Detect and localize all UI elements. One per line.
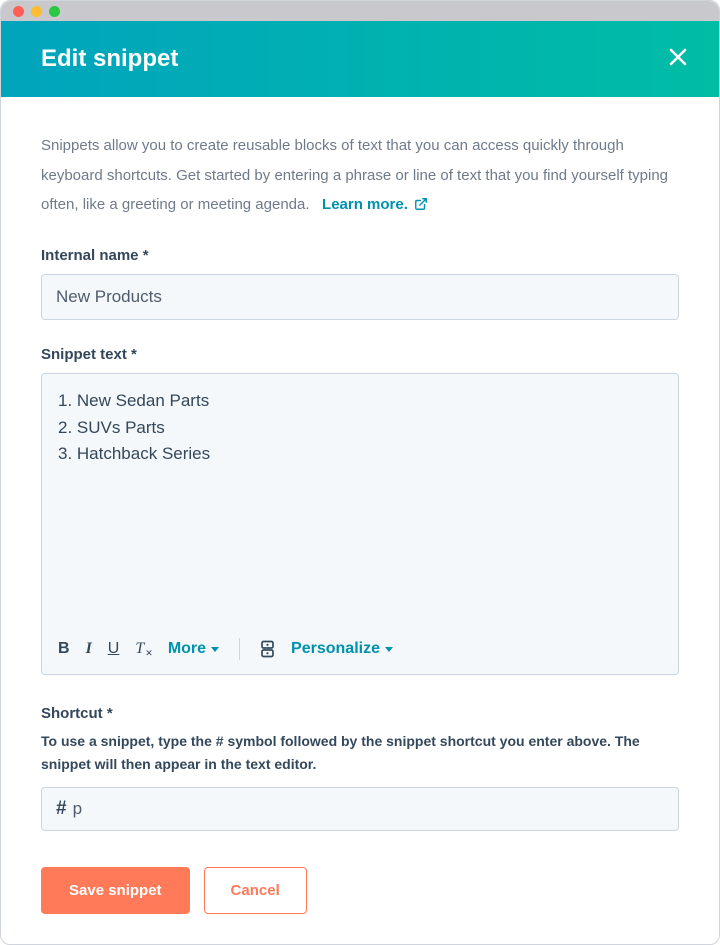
editor-toolbar: B I U T✕ More bbox=[42, 624, 678, 674]
window-minimize-dot[interactable] bbox=[31, 6, 42, 17]
token-icon[interactable] bbox=[260, 640, 275, 658]
close-icon[interactable] bbox=[667, 46, 689, 73]
toolbar-divider bbox=[239, 638, 240, 660]
learn-more-label: Learn more. bbox=[322, 196, 408, 213]
modal-title: Edit snippet bbox=[41, 45, 178, 73]
shortcut-label: Shortcut * bbox=[41, 705, 679, 722]
more-label: More bbox=[168, 640, 206, 658]
editor-line: 3. Hatchback Series bbox=[58, 441, 662, 467]
clear-format-button[interactable]: T✕ bbox=[135, 640, 151, 658]
italic-button[interactable]: I bbox=[86, 640, 92, 658]
modal-header: Edit snippet bbox=[1, 21, 719, 97]
cancel-button[interactable]: Cancel bbox=[204, 867, 307, 914]
shortcut-field[interactable]: # bbox=[41, 787, 679, 831]
underline-button[interactable]: U bbox=[108, 640, 120, 658]
shortcut-input[interactable] bbox=[73, 799, 664, 819]
personalize-label: Personalize bbox=[291, 640, 380, 658]
internal-name-label: Internal name * bbox=[41, 247, 679, 264]
shortcut-prefix: # bbox=[56, 798, 67, 820]
modal-footer: Save snippet Cancel bbox=[41, 867, 679, 914]
window-titlebar bbox=[1, 1, 719, 21]
editor-line: 1. New Sedan Parts bbox=[58, 388, 662, 414]
snippet-text-area[interactable]: 1. New Sedan Parts 2. SUVs Parts 3. Hatc… bbox=[42, 374, 678, 624]
intro-text: Snippets allow you to create reusable bl… bbox=[41, 131, 679, 219]
bold-button[interactable]: B bbox=[58, 640, 70, 658]
chevron-down-icon bbox=[211, 647, 219, 652]
save-button[interactable]: Save snippet bbox=[41, 867, 190, 914]
snippet-text-editor: 1. New Sedan Parts 2. SUVs Parts 3. Hatc… bbox=[41, 373, 679, 675]
personalize-button[interactable]: Personalize bbox=[291, 640, 393, 658]
chevron-down-icon bbox=[385, 647, 393, 652]
more-button[interactable]: More bbox=[168, 640, 219, 658]
modal-body: Snippets allow you to create reusable bl… bbox=[1, 97, 719, 944]
shortcut-help-text: To use a snippet, type the # symbol foll… bbox=[41, 730, 679, 775]
window-close-dot[interactable] bbox=[13, 6, 24, 17]
learn-more-link[interactable]: Learn more. bbox=[322, 196, 428, 213]
window-zoom-dot[interactable] bbox=[49, 6, 60, 17]
modal-window: Edit snippet Snippets allow you to creat… bbox=[0, 0, 720, 945]
external-link-icon bbox=[414, 197, 428, 211]
internal-name-input[interactable] bbox=[41, 274, 679, 320]
snippet-text-label: Snippet text * bbox=[41, 346, 679, 363]
editor-line: 2. SUVs Parts bbox=[58, 415, 662, 441]
